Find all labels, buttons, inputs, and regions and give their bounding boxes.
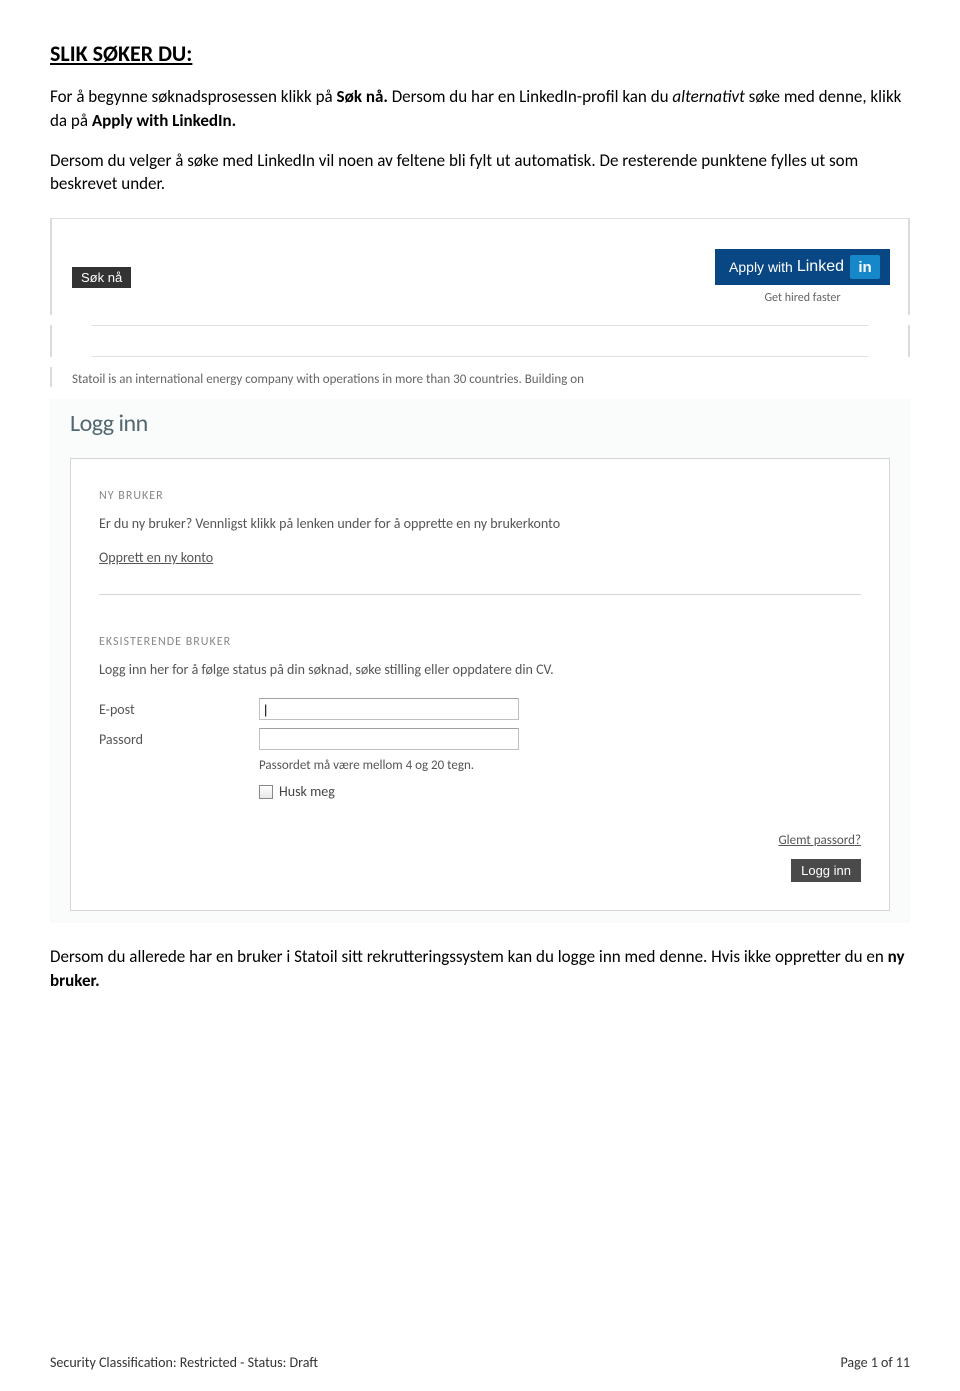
para3-prefix: Dersom du allerede har en bruker i Stato… xyxy=(50,946,888,967)
para1-bold-linkedin: Apply with LinkedIn. xyxy=(92,110,236,131)
husk-meg-label: Husk meg xyxy=(279,783,335,800)
outro-paragraph: Dersom du allerede har en bruker i Stato… xyxy=(50,945,910,993)
para1-prefix: For å begynne søknadsprosessen klikk på xyxy=(50,86,337,107)
apply-with-linkedin-button[interactable]: Apply with Linked in xyxy=(715,249,890,285)
email-row: E-post xyxy=(99,698,861,720)
eksisterende-bruker-label: EKSISTERENDE BRUKER xyxy=(99,635,861,649)
get-hired-faster-text: Get hired faster xyxy=(715,291,890,305)
intro-paragraph-2: Dersom du velger å søke med LinkedIn vil… xyxy=(50,149,910,197)
para1-bold-sokna: Søk nå. xyxy=(337,86,388,107)
linkedin-icon: in xyxy=(850,255,880,279)
husk-meg-row: Husk meg xyxy=(259,783,861,800)
login-button[interactable]: Logg inn xyxy=(791,859,861,882)
login-panel: Logg inn NY BRUKER Er du ny bruker? Venn… xyxy=(50,399,910,923)
ny-bruker-label: NY BRUKER xyxy=(99,489,861,503)
password-hint: Passordet må være mellom 4 og 20 tegn. xyxy=(259,758,861,773)
linkedin-word: Linked xyxy=(797,258,844,276)
footer-page-number: Page 1 of 11 xyxy=(840,1354,910,1371)
linkedin-btn-prefix: Apply with xyxy=(729,259,793,275)
page-footer: Security Classification: Restricted - St… xyxy=(50,1354,910,1371)
opprett-konto-link[interactable]: Opprett en ny konto xyxy=(99,549,213,566)
intro-paragraph-1: For å begynne søknadsprosessen klikk på … xyxy=(50,85,910,133)
password-field[interactable] xyxy=(259,728,519,750)
husk-meg-checkbox[interactable] xyxy=(259,785,273,799)
para1-mid: Dersom du har en LinkedIn-profil kan du xyxy=(388,86,673,107)
section-divider xyxy=(99,594,861,595)
linkedin-apply-area: Apply with Linked in Get hired faster xyxy=(715,249,890,305)
sok-na-button[interactable]: Søk nå xyxy=(72,267,131,288)
page-heading: SLIK SØKER DU: xyxy=(50,40,910,67)
eksisterende-bruker-description: Logg inn her for å følge status på din s… xyxy=(99,661,861,678)
login-title: Logg inn xyxy=(70,409,890,438)
email-label: E-post xyxy=(99,701,259,718)
login-box: NY BRUKER Er du ny bruker? Vennligst kli… xyxy=(70,458,890,911)
para1-italic: alternativt xyxy=(672,86,744,107)
screenshot-apply-area: Søk nå Apply with Linked in Get hired fa… xyxy=(50,212,910,393)
company-description-text: Statoil is an international energy compa… xyxy=(50,367,910,387)
email-field[interactable] xyxy=(259,698,519,720)
password-row: Passord xyxy=(99,728,861,750)
ny-bruker-description: Er du ny bruker? Vennligst klikk på lenk… xyxy=(99,515,861,532)
footer-classification: Security Classification: Restricted - St… xyxy=(50,1354,318,1371)
password-label: Passord xyxy=(99,731,259,748)
glemt-passord-link[interactable]: Glemt passord? xyxy=(778,833,861,848)
